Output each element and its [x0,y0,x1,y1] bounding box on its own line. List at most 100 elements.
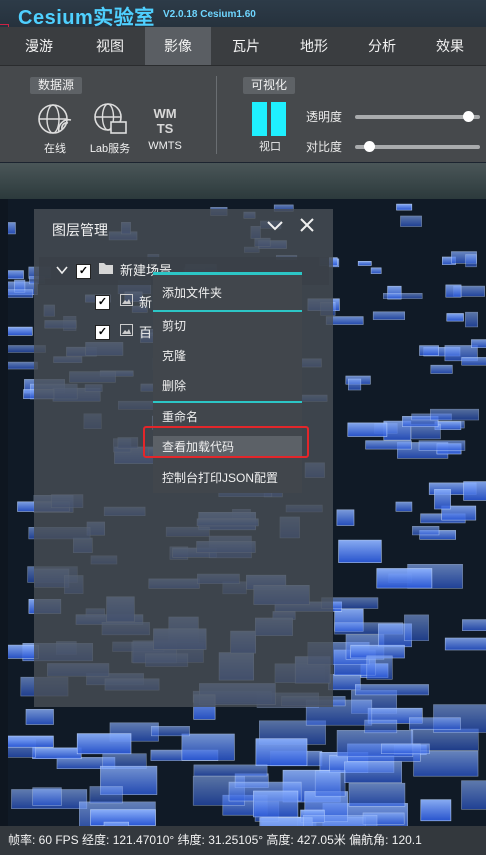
building-block [463,481,486,501]
building-block [376,568,433,589]
highlight-annotation-box [143,426,309,458]
building-block [338,539,382,563]
layer-label-1[interactable]: 新 [139,294,152,312]
root-checkbox[interactable]: ✓ [76,264,91,279]
visualization-group-label: 可视化 [243,77,296,94]
building-block [366,655,393,680]
building-block [465,311,478,328]
building-block [446,313,464,322]
building-block [420,799,452,822]
online-label: 在线 [44,143,66,155]
main-tab-bar: 漫游 视图 影像 瓦片 地形 分析 效果 [0,27,486,66]
building-block [444,637,486,651]
building-block [8,361,38,370]
datasource-group-label: 数据源 [30,77,83,94]
building-block [8,289,34,298]
building-block [412,525,440,536]
building-block [429,408,479,421]
building-block [382,293,423,299]
contrast-slider-handle[interactable] [364,141,375,152]
building-block [461,780,486,810]
globe-monitor-icon [91,102,129,138]
wmts-button[interactable]: WM TS WMTS [143,102,187,152]
building-block [348,782,406,807]
building-block [193,764,268,777]
building-block [396,203,413,211]
menu-rename[interactable]: 重命名 [153,406,302,428]
building-block [76,733,132,755]
wmts-label: WMTS [148,140,182,152]
viewport-split-icon[interactable] [252,102,288,136]
image-layer-icon [120,293,133,311]
tab-roam[interactable]: 漫游 [6,27,72,65]
menu-delete[interactable]: 删除 [153,375,302,397]
building-block [462,619,486,632]
lab-service-button[interactable]: Lab服务 [86,102,134,156]
menu-clone[interactable]: 克隆 [153,345,302,367]
building-block [354,684,429,696]
contrast-slider[interactable] [355,141,480,152]
menu-add-folder[interactable]: 添加文件夹 [153,282,302,304]
tab-effects[interactable]: 效果 [417,27,483,65]
building-block [380,743,430,755]
menu-cut[interactable]: 剪切 [153,315,302,337]
building-block [8,222,16,235]
building-block [365,440,412,450]
close-icon[interactable] [299,217,315,238]
opacity-slider[interactable] [355,111,480,122]
contrast-label: 对比度 [306,140,343,154]
tab-tiles[interactable]: 瓦片 [213,27,279,65]
layer-checkbox-1[interactable]: ✓ [95,295,110,310]
building-block [408,717,461,730]
building-block [364,719,398,734]
globe-signal-icon [36,102,74,138]
opacity-label: 透明度 [306,110,343,124]
building-block [344,761,402,783]
building-block [347,378,362,391]
building-block [471,339,486,348]
building-block [413,750,479,777]
building-block [395,501,413,512]
imagery-ribbon: 数据源 在线 Lab服务 WM TS WMTS 可视化 视口 透明度 对比度 [0,66,486,162]
building-block [8,270,24,280]
opacity-slider-handle[interactable] [463,111,474,122]
building-block [372,311,406,320]
lab-service-label: Lab服务 [89,143,131,155]
layer-checkbox-2[interactable]: ✓ [95,325,110,340]
folder-icon [98,261,114,279]
building-block [255,738,308,767]
building-block [419,345,439,356]
layer-label-2[interactable]: 百 [139,324,152,342]
status-readout: 帧率: 60 FPS 经度: 121.47010° 纬度: 31.25105° … [8,833,422,847]
building-block [370,267,382,274]
building-block [445,284,462,298]
tab-imagery[interactable]: 影像 [145,27,211,65]
online-button[interactable]: 在线 [34,102,76,156]
tab-terrain[interactable]: 地形 [281,27,347,65]
building-block [25,708,54,725]
collapse-chevron-icon[interactable] [266,217,284,238]
viewport-label: 视口 [259,141,281,153]
expand-chevron-icon[interactable] [56,262,68,280]
building-block [336,509,355,526]
building-block [89,786,123,804]
building-block [430,364,453,374]
building-block [8,735,54,748]
title-bar: Cesium实验室 V2.0.18 Cesium1.60 [0,0,486,29]
layer-context-menu: 添加文件夹 剪切 克隆 删除 重命名 查看加载代码 控制台打印JSON配置 [153,272,302,493]
building-block [302,814,378,826]
tab-view[interactable]: 视图 [77,27,143,65]
menu-divider [153,310,302,312]
building-block [151,725,190,737]
building-block [347,422,388,437]
building-block [32,787,62,806]
building-block [314,770,346,797]
building-block [357,261,372,266]
menu-print-json-config[interactable]: 控制台打印JSON配置 [153,467,302,489]
building-block [434,489,451,510]
building-block [418,440,466,451]
building-block [32,747,82,760]
ribbon-divider [216,76,217,154]
status-bar: 帧率: 60 FPS 经度: 121.47010° 纬度: 31.25105° … [0,826,486,855]
tab-analysis[interactable]: 分析 [349,27,415,65]
